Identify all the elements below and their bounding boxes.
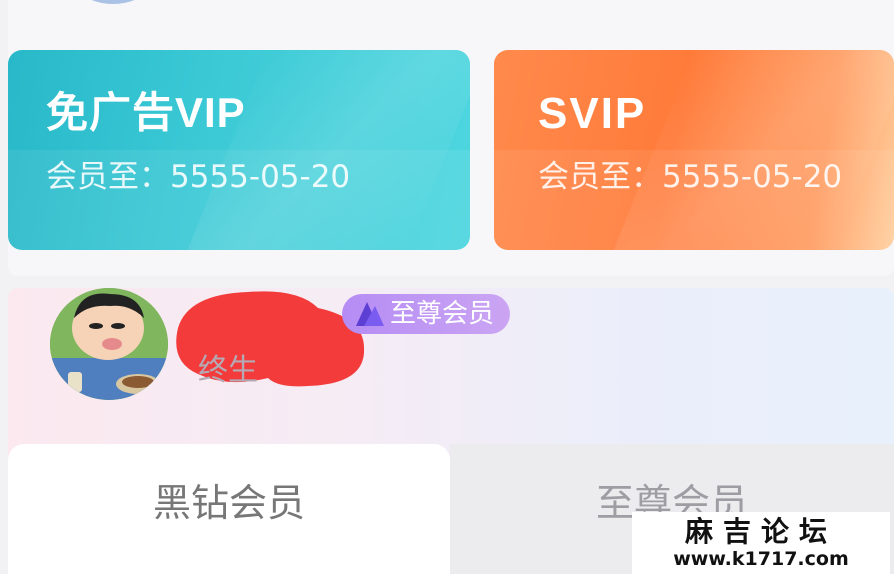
supreme-member-badge: 至尊会员 — [342, 294, 511, 334]
avatar[interactable] — [50, 288, 168, 400]
watermark-title: 麻吉论坛 — [684, 514, 837, 548]
badge-label: 至尊会员 — [390, 299, 495, 329]
top-avatar-partial — [53, 0, 173, 4]
forum-watermark: 麻吉论坛 www.k1717.com — [632, 512, 890, 574]
tab-black-diamond[interactable]: 黑钻会员 — [8, 444, 450, 574]
diamond-icon — [356, 302, 384, 326]
svip-card[interactable]: SVIP 会员至：5555-05-20 — [494, 50, 894, 250]
watermark-url: www.k1717.com — [673, 547, 849, 570]
ad-free-vip-expiry: 会员至：5555-05-20 — [46, 159, 351, 195]
cartoon-avatar-image — [50, 288, 168, 400]
ad-free-vip-title: 免广告VIP — [46, 89, 246, 136]
ad-free-vip-card[interactable]: 免广告VIP 会员至：5555-05-20 — [8, 50, 470, 250]
tab-label: 黑钻会员 — [152, 481, 305, 525]
svip-expiry: 会员至：5555-05-20 — [538, 159, 843, 195]
profile-panel: 至尊会员 终生 — [8, 288, 894, 458]
svip-title: SVIP — [538, 89, 647, 138]
membership-duration: 终生 — [198, 353, 258, 388]
